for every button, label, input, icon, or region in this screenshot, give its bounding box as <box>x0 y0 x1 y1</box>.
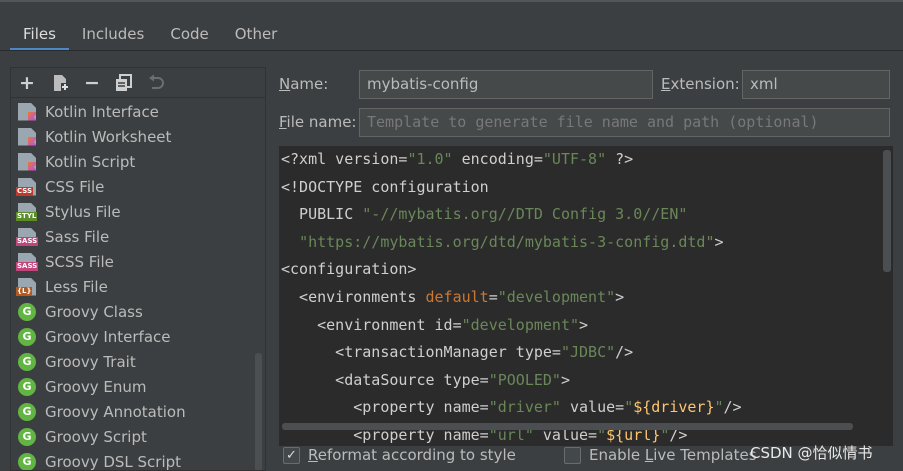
list-item[interactable]: SASS Sass File <box>11 224 251 249</box>
list-item[interactable]: G Groovy DSL Script <box>11 449 251 471</box>
list-scrollbar[interactable] <box>255 353 262 470</box>
template-label: Groovy Annotation <box>45 402 186 421</box>
live-templates-label[interactable]: Enable Live Templates <box>589 446 757 464</box>
template-label: SCSS File <box>45 252 114 271</box>
list-item[interactable]: CSS CSS File <box>11 174 251 199</box>
reset-template-button[interactable] <box>145 72 167 94</box>
list-item[interactable]: SASS SCSS File <box>11 249 251 274</box>
groovy-icon: G <box>18 352 36 371</box>
template-code-editor[interactable]: <?xml version="1.0" encoding="UTF-8" ?> <… <box>279 146 893 446</box>
template-label: Kotlin Script <box>45 152 136 171</box>
list-item[interactable]: Kotlin Worksheet <box>11 124 251 149</box>
template-list: Kotlin Interface Kotlin Worksheet Kotlin… <box>11 99 251 471</box>
copy-icon <box>116 74 132 91</box>
template-label: Kotlin Interface <box>45 102 159 121</box>
template-list-panel: + − Kotlin Interface Kotlin Worksheet Ko… <box>10 67 266 471</box>
list-item[interactable]: G Groovy Class <box>11 299 251 324</box>
list-item[interactable]: G Groovy Script <box>11 424 251 449</box>
code-line: <transactionManager type="JDBC"/> <box>281 343 634 362</box>
groovy-icon: G <box>18 402 36 421</box>
template-label: CSS File <box>45 177 105 196</box>
code-line: <environment id="development"> <box>281 315 589 334</box>
code-line: <property name="driver" value="${driver}… <box>281 398 742 417</box>
template-label: Less File <box>45 277 108 296</box>
css-file-icon: CSS <box>16 186 34 196</box>
list-item[interactable]: STYL Stylus File <box>11 199 251 224</box>
template-label: Groovy Trait <box>45 352 136 371</box>
list-item[interactable]: Kotlin Interface <box>11 99 251 124</box>
filename-label: File name: <box>279 113 357 131</box>
groovy-icon: G <box>18 302 36 321</box>
name-label: Name: <box>279 75 329 93</box>
reformat-checkbox[interactable]: ✓ <box>283 447 300 464</box>
live-templates-checkbox[interactable] <box>564 447 581 464</box>
kotlin-file-icon <box>18 102 36 121</box>
stylus-file-icon: STYL <box>16 211 38 221</box>
code-line: <dataSource type="POOLED"> <box>281 370 570 389</box>
template-label: Groovy Enum <box>45 377 147 396</box>
list-item[interactable]: G Groovy Trait <box>11 349 251 374</box>
editor-horizontal-scrollbar[interactable] <box>282 423 853 430</box>
code-line: <?xml version="1.0" encoding="UTF-8" ?> <box>281 150 634 168</box>
groovy-icon: G <box>18 377 36 396</box>
list-item[interactable]: G Groovy Interface <box>11 324 251 349</box>
kotlin-file-icon <box>18 127 36 146</box>
editor-vertical-scrollbar[interactable] <box>883 150 891 272</box>
filename-input[interactable]: Template to generate file name and path … <box>359 108 890 137</box>
undo-icon <box>149 74 164 89</box>
tab-other[interactable]: Other <box>222 18 291 50</box>
template-label: Groovy Script <box>45 427 147 446</box>
reformat-label[interactable]: Reformat according to style <box>308 446 516 464</box>
add-template-button[interactable]: + <box>16 72 38 94</box>
code-line: <environments default="development"> <box>281 287 625 306</box>
code-content: <?xml version="1.0" encoding="UTF-8" ?> <… <box>281 146 742 446</box>
tab-includes[interactable]: Includes <box>69 18 157 50</box>
code-line: <configuration> <box>281 260 417 279</box>
list-item[interactable]: G Groovy Annotation <box>11 399 251 424</box>
tab-divider <box>0 50 903 51</box>
less-file-icon: {L} <box>16 277 36 296</box>
template-label: Stylus File <box>45 202 121 221</box>
code-line: "https://mybatis.org/dtd/mybatis-3-confi… <box>299 232 724 251</box>
watermark: CSDN @恰似情书 <box>750 444 873 462</box>
create-child-template-button[interactable] <box>50 72 72 94</box>
template-label: Kotlin Worksheet <box>45 127 172 146</box>
list-item[interactable]: {L} Less File <box>11 274 251 299</box>
groovy-icon: G <box>18 327 36 346</box>
kotlin-file-icon <box>18 152 36 171</box>
tab-code[interactable]: Code <box>157 18 221 50</box>
groovy-icon: G <box>18 427 36 446</box>
template-label: Groovy Class <box>45 302 143 321</box>
sass-file-icon: SASS <box>16 227 39 246</box>
stylus-file-icon: STYL <box>16 202 38 221</box>
add-child-file-icon <box>54 75 69 91</box>
template-label: Sass File <box>45 227 110 246</box>
extension-label: Extension: <box>661 75 740 93</box>
extension-input[interactable]: xml <box>742 70 890 99</box>
name-input[interactable]: mybatis-config <box>359 70 653 99</box>
copy-template-button[interactable] <box>113 72 135 94</box>
template-toolbar: + − <box>11 68 265 98</box>
code-line: PUBLIC "-//mybatis.org//DTD Config 3.0//… <box>281 205 688 224</box>
groovy-icon: G <box>18 452 36 470</box>
less-file-icon: {L} <box>16 286 33 296</box>
scss-file-icon: SASS <box>16 252 39 271</box>
css-file-icon: CSS <box>16 177 36 196</box>
list-item[interactable]: G Groovy Enum <box>11 374 251 399</box>
checkmark-icon: ✓ <box>286 448 297 463</box>
sass-file-icon: SASS <box>16 236 39 246</box>
top-border <box>0 0 903 2</box>
plus-icon: + <box>19 72 35 94</box>
minus-icon: − <box>84 72 100 94</box>
tab-bar: Files Includes Code Other <box>10 18 291 51</box>
tab-files[interactable]: Files <box>10 18 69 51</box>
scss-file-icon: SASS <box>16 261 39 271</box>
code-line: <!DOCTYPE configuration <box>281 177 489 196</box>
template-label: Groovy Interface <box>45 327 171 346</box>
list-item[interactable]: Kotlin Script <box>11 149 251 174</box>
template-label: Groovy DSL Script <box>45 452 182 471</box>
remove-template-button[interactable]: − <box>81 72 103 94</box>
